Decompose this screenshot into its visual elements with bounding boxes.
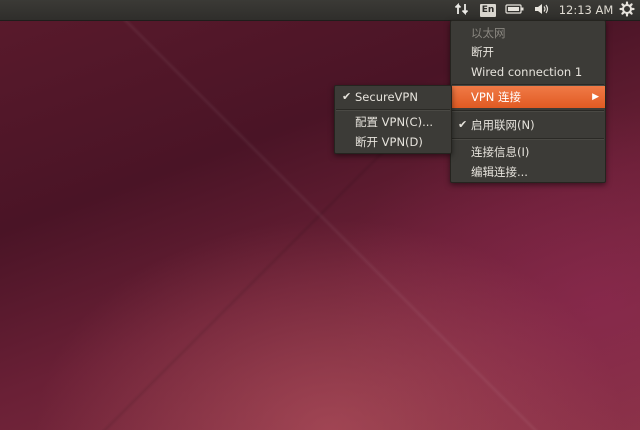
securevpn-label: SecureVPN bbox=[355, 90, 418, 104]
enable-networking-label: 启用联网(N) bbox=[471, 118, 535, 132]
keyboard-layout-indicator[interactable]: En bbox=[478, 0, 498, 20]
gear-icon bbox=[619, 0, 635, 20]
volume-indicator[interactable] bbox=[531, 0, 553, 20]
disconnect-item[interactable]: 断开 bbox=[451, 41, 605, 63]
connection-info-item[interactable]: 连接信息(I) bbox=[451, 141, 605, 163]
volume-icon bbox=[533, 2, 551, 19]
checkmark-icon: ✔ bbox=[342, 90, 352, 103]
enable-networking-item[interactable]: ✔ 启用联网(N) bbox=[451, 114, 605, 136]
network-transfer-icon bbox=[454, 1, 470, 20]
submenu-arrow-icon: ▶ bbox=[592, 92, 599, 102]
vpn-connections-label: VPN 连接 bbox=[471, 90, 522, 104]
menu-separator bbox=[452, 110, 604, 112]
clock[interactable]: 12:13 AM bbox=[558, 0, 614, 20]
configure-vpn-item[interactable]: 配置 VPN(C)... bbox=[335, 111, 451, 133]
disconnect-vpn-item[interactable]: 断开 VPN(D) bbox=[335, 131, 451, 153]
network-menu: 以太网 断开 Wired connection 1 VPN 连接 ▶ ✔ 启用联… bbox=[450, 20, 606, 183]
menu-separator bbox=[452, 138, 604, 140]
securevpn-item[interactable]: ✔ SecureVPN bbox=[335, 86, 451, 108]
vpn-submenu: ✔ SecureVPN 配置 VPN(C)... 断开 VPN(D) bbox=[334, 85, 452, 154]
session-menu[interactable] bbox=[617, 0, 637, 20]
top-panel: En 12:13 AM bbox=[0, 0, 640, 21]
battery-icon bbox=[505, 3, 525, 18]
battery-indicator[interactable] bbox=[503, 0, 527, 20]
wired-connection-item[interactable]: Wired connection 1 bbox=[451, 61, 605, 83]
edit-connections-item[interactable]: 编辑连接... bbox=[451, 161, 605, 183]
vpn-connections-item[interactable]: VPN 连接 ▶ bbox=[451, 86, 605, 108]
network-indicator[interactable] bbox=[450, 0, 474, 20]
checkmark-icon: ✔ bbox=[458, 118, 468, 131]
keyboard-layout-label: En bbox=[480, 3, 496, 17]
